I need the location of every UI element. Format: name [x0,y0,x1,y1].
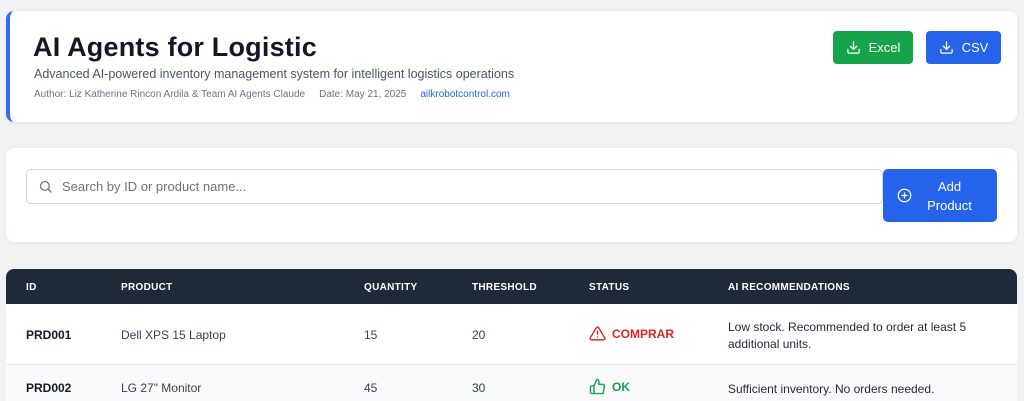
cell-recommendation: Low stock. Recommended to order at least… [728,320,967,351]
cell-quantity: 15 [364,328,378,342]
table-row[interactable]: PRD001 Dell XPS 15 Laptop 15 20 COMPRAR … [6,304,1017,365]
cell-id: PRD001 [26,328,72,342]
cell-id: PRD002 [26,381,72,395]
cell-threshold: 30 [472,381,486,395]
search-icon [39,180,52,193]
page-title: AI Agents for Logistic [33,32,317,62]
table-header: ID PRODUCT QUANTITY THRESHOLD STATUS AI … [6,269,1017,304]
page-subtitle: Advanced AI-powered inventory management… [34,67,515,81]
export-csv-label: CSV [961,40,989,55]
table-row[interactable]: PRD002 LG 27" Monitor 45 30 OK Sufficien… [6,365,1017,401]
inventory-table: ID PRODUCT QUANTITY THRESHOLD STATUS AI … [6,269,1017,401]
add-product-button[interactable]: Add Product [883,169,997,222]
plus-circle-icon [897,188,912,203]
search-input[interactable] [62,179,882,194]
column-header-product[interactable]: PRODUCT [121,282,173,293]
header-card: AI Agents for Logistic Advanced AI-power… [6,11,1017,122]
cell-recommendation: Sufficient inventory. No orders needed. [728,382,935,396]
add-product-label: Add Product [927,178,972,213]
download-icon [846,41,860,54]
search-card: Add Product [6,148,1017,242]
column-header-ai-recommendations[interactable]: AI RECOMMENDATIONS [728,282,850,293]
cell-product: LG 27" Monitor [121,381,202,395]
status-badge: COMPRAR [589,325,674,342]
download-icon [939,41,953,54]
export-excel-label: Excel [868,40,901,55]
column-header-status[interactable]: STATUS [589,282,629,293]
column-header-id[interactable]: ID [26,282,37,293]
export-csv-button[interactable]: CSV [926,31,1001,64]
cell-quantity: 45 [364,381,378,395]
header-meta: Author: Liz Katherine Rincon Ardila & Te… [34,89,510,100]
thumbs-up-icon [589,378,606,395]
column-header-quantity[interactable]: QUANTITY [364,282,418,293]
column-header-threshold[interactable]: THRESHOLD [472,282,537,293]
warning-triangle-icon [589,326,606,341]
status-text: COMPRAR [612,326,674,341]
export-excel-button[interactable]: Excel [833,31,913,64]
cell-product: Dell XPS 15 Laptop [121,328,226,342]
site-link[interactable]: ailkrobotcontrol.com [420,89,509,100]
search-box[interactable] [26,169,883,204]
status-text: OK [612,379,630,394]
date-text: Date: May 21, 2025 [319,89,407,100]
cell-threshold: 20 [472,328,486,342]
status-badge: OK [589,378,630,395]
author-text: Author: Liz Katherine Rincon Ardila & Te… [34,89,306,100]
